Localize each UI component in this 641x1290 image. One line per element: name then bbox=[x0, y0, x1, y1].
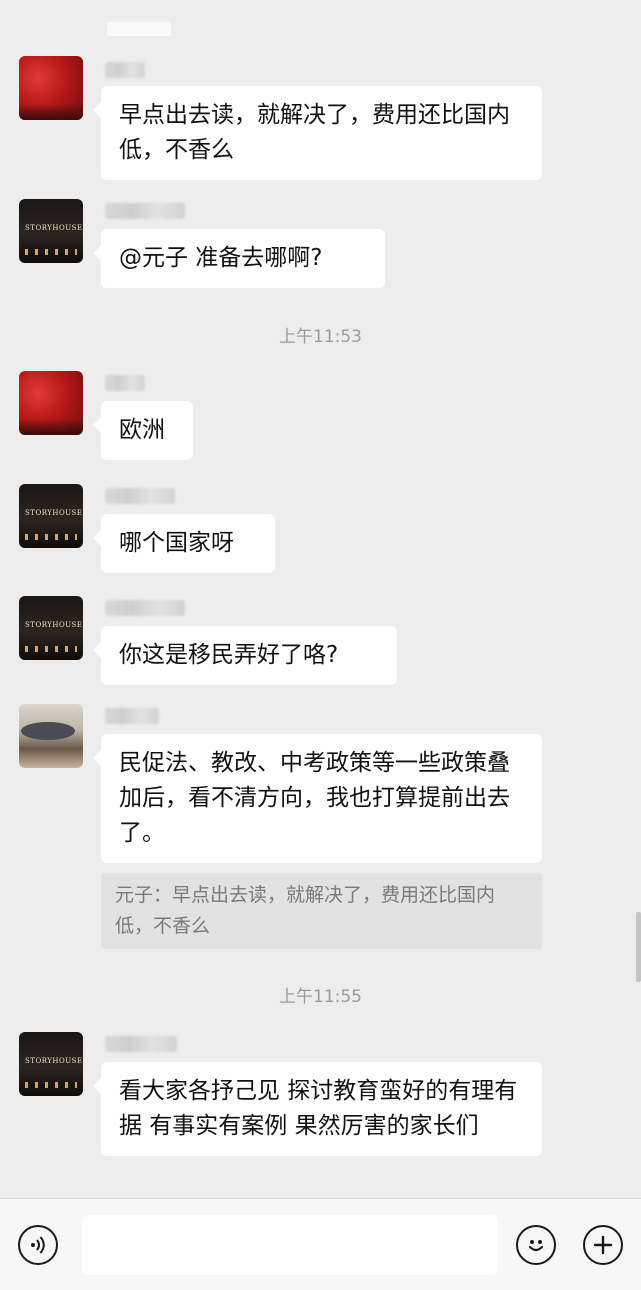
blurred-sender-name bbox=[105, 708, 159, 724]
blurred-sender-name bbox=[105, 488, 175, 504]
message-bubble[interactable]: @元子 准备去哪啊? bbox=[93, 229, 385, 288]
message-text: 早点出去读，就解决了，费用还比国内低，不香么 bbox=[119, 102, 510, 163]
scrollbar[interactable] bbox=[636, 912, 641, 982]
message-text: 你这是移民弄好了咯? bbox=[119, 642, 339, 668]
blurred-sender-name bbox=[105, 203, 185, 219]
timestamp: 上午11:55 bbox=[279, 987, 362, 1007]
blurred-sender-name bbox=[105, 375, 145, 391]
avatar-sign: STORYHOUSE bbox=[25, 224, 83, 232]
avatar[interactable] bbox=[19, 704, 83, 768]
avatar[interactable]: STORYHOUSE bbox=[19, 1032, 83, 1096]
plus-icon bbox=[593, 1235, 613, 1255]
quoted-message[interactable]: 元子：早点出去读，就解决了，费用还比国内低，不香么 bbox=[101, 873, 542, 949]
avatar[interactable]: STORYHOUSE bbox=[19, 199, 83, 263]
message-text: 民促法、教改、中考政策等一些政策叠加后，看不清方向，我也打算提前出去了。 bbox=[119, 750, 510, 846]
avatar-sign: STORYHOUSE bbox=[25, 621, 83, 629]
message-text: @元子 准备去哪啊? bbox=[119, 245, 323, 271]
message-bubble[interactable]: 你这是移民弄好了咯? bbox=[93, 626, 397, 685]
emoji-button[interactable] bbox=[516, 1225, 556, 1265]
chat-area[interactable]: 早点出去读，就解决了，费用还比国内低，不香么 STORYHOUSE @元子 准备… bbox=[0, 0, 641, 1198]
avatar[interactable]: STORYHOUSE bbox=[19, 596, 83, 660]
message-bubble[interactable]: 欧洲 bbox=[93, 401, 193, 460]
message-text: 看大家各抒己见 探讨教育蛮好的有理有据 有事实有案例 果然厉害的家长们 bbox=[119, 1078, 518, 1139]
emoji-icon bbox=[528, 1240, 544, 1252]
blurred-name bbox=[107, 22, 171, 36]
input-bar bbox=[0, 1198, 641, 1290]
message-bubble[interactable]: 早点出去读，就解决了，费用还比国内低，不香么 bbox=[93, 86, 542, 180]
blurred-sender-name bbox=[105, 600, 185, 616]
avatar[interactable]: STORYHOUSE bbox=[19, 484, 83, 548]
avatar[interactable] bbox=[19, 56, 83, 120]
avatar-sign: STORYHOUSE bbox=[25, 1057, 83, 1065]
blurred-sender-name bbox=[105, 62, 145, 78]
avatar-sign: STORYHOUSE bbox=[25, 509, 83, 517]
voice-button[interactable] bbox=[18, 1225, 58, 1265]
message-input[interactable] bbox=[82, 1215, 498, 1275]
message-bubble[interactable]: 民促法、教改、中考政策等一些政策叠加后，看不清方向，我也打算提前出去了。 bbox=[93, 734, 542, 863]
plus-button[interactable] bbox=[583, 1225, 623, 1265]
message-bubble[interactable]: 看大家各抒己见 探讨教育蛮好的有理有据 有事实有案例 果然厉害的家长们 bbox=[93, 1062, 542, 1156]
message-text: 哪个国家呀 bbox=[119, 530, 234, 556]
voice-icon bbox=[31, 1236, 45, 1254]
message-text: 欧洲 bbox=[119, 417, 165, 443]
blurred-sender-name bbox=[105, 1036, 177, 1052]
message-bubble[interactable]: 哪个国家呀 bbox=[93, 514, 275, 573]
quoted-text: 元子：早点出去读，就解决了，费用还比国内低，不香么 bbox=[115, 884, 496, 937]
timestamp: 上午11:53 bbox=[279, 327, 362, 347]
avatar[interactable] bbox=[19, 371, 83, 435]
